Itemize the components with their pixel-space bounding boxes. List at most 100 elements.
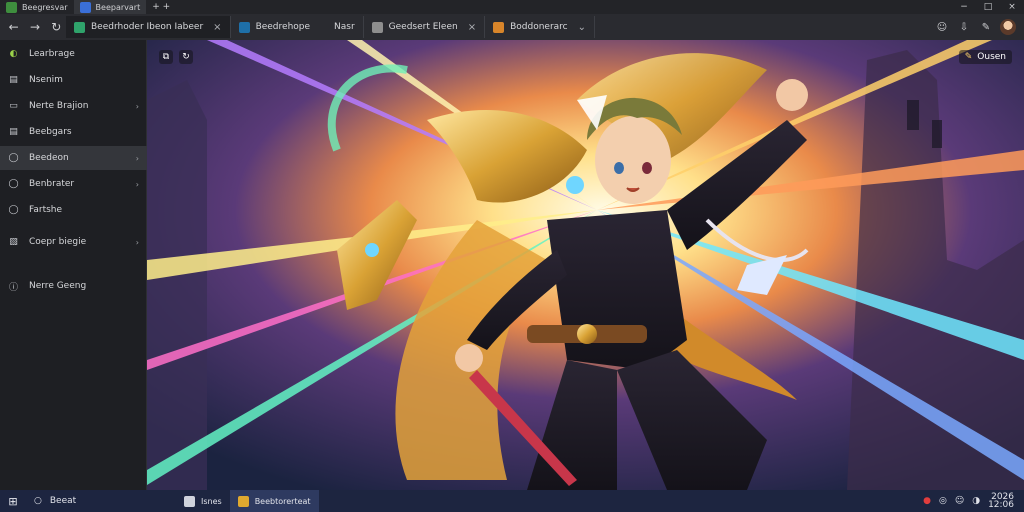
refresh-icon[interactable]: ↻	[179, 50, 193, 64]
lower-hand	[455, 344, 483, 372]
circle-icon: ◯	[8, 153, 19, 163]
app-tab-0[interactable]: Beegresvar	[0, 0, 74, 14]
info-icon: ⓘ	[8, 282, 18, 293]
chevron-right-icon: ›	[135, 179, 139, 189]
tab-close-icon[interactable]: ×	[213, 22, 221, 33]
reload-icon[interactable]: ↻	[47, 17, 66, 37]
sidebar-item-3[interactable]: ▤ Beebgars	[0, 120, 147, 144]
right-eye	[642, 162, 652, 174]
minimize-icon[interactable]: −	[952, 0, 976, 14]
torso	[547, 210, 687, 370]
tab-2[interactable]: Geedsert Eleen ×	[364, 16, 486, 38]
tab-label: Geedsert Eleen	[388, 22, 458, 32]
search-icon: ○	[34, 496, 42, 506]
app-tab-favicon	[79, 1, 91, 13]
back-icon[interactable]: ←	[4, 17, 23, 37]
sidebar-item-6[interactable]: ◯ Fartshe	[0, 198, 147, 222]
sidebar-item-label: Fartshe	[29, 205, 63, 215]
tab-close-icon[interactable]: ×	[468, 22, 476, 33]
volume-icon[interactable]: ◑	[972, 496, 980, 506]
artwork-action-button[interactable]: ✎ Ousen	[958, 50, 1012, 64]
tab-favicon	[74, 21, 85, 33]
taskbar-app-0[interactable]: Isnes	[176, 490, 230, 512]
person-icon: ◯	[8, 179, 19, 189]
tab-favicon	[238, 21, 250, 33]
tab-strip: Beedrhoder Ibeon Iabeer × Beedrehope Nas…	[66, 14, 596, 40]
belt-buckle	[577, 324, 597, 344]
sidebar-item-0[interactable]: ◐ Learbrage	[0, 42, 147, 66]
tab-0[interactable]: Beedrhoder Ibeon Iabeer ×	[66, 16, 231, 38]
network-icon[interactable]: ◎	[939, 496, 947, 506]
user-icon[interactable]: ☺	[955, 496, 964, 506]
gauntlet-gem	[365, 243, 379, 257]
app-tab-label: Beeparvart	[95, 2, 141, 12]
game-artwork[interactable]: ⧉ ↻ ✎ Ousen	[147, 40, 1024, 490]
extension-icon[interactable]: ☺	[934, 19, 950, 35]
tab-label: Boddonerarc	[510, 22, 568, 32]
artwork-tools: ⧉ ↻	[159, 50, 193, 64]
clock[interactable]: 2026 12:06	[988, 493, 1014, 510]
sidebar-item-1[interactable]: ▤ Nsenim	[0, 68, 147, 92]
search-label: Beeat	[49, 496, 77, 506]
app-tab-label: Beegresvar	[22, 2, 68, 12]
download-icon[interactable]: ⇩	[956, 19, 972, 35]
copy-icon[interactable]: ⧉	[159, 50, 173, 64]
sidebar-item-4[interactable]: ◯ Beedeon ›	[0, 146, 147, 170]
home-icon: ▤	[9, 75, 18, 85]
artwork-action-label: Ousen	[977, 52, 1006, 62]
start-icon[interactable]: ⊞	[0, 490, 26, 512]
taskbar-search[interactable]: ○ Beeat	[26, 490, 176, 512]
raised-fist	[776, 79, 808, 111]
sidebar-item-label: Nsenim	[29, 75, 63, 85]
sidebar-item-label: Nerre Geeng	[29, 281, 87, 291]
forward-icon[interactable]: →	[25, 17, 44, 37]
close-icon[interactable]: ×	[1000, 0, 1024, 14]
taskbar-app-label: Isnes	[201, 496, 222, 506]
sidebar-item-2[interactable]: ▭ Nerte Brajion ›	[0, 94, 147, 118]
taskbar: ⊞ ○ Beeat Isnes Beebtorerteat ● ◎ ☺ ◑ 20…	[0, 490, 1024, 512]
chevron-right-icon: ›	[135, 237, 139, 247]
sidebar-item-label: Benbrater	[29, 179, 75, 189]
taskbar-app-1[interactable]: Beebtorerteat	[229, 490, 319, 512]
clock-icon: ◯	[8, 205, 19, 215]
avatar[interactable]	[1000, 19, 1016, 35]
sidebar-item-label: Learbrage	[29, 49, 75, 59]
tab-3[interactable]: Boddonerarc ⌄	[485, 16, 596, 38]
taskbar-app-label: Beebtorerteat	[254, 496, 311, 506]
sidebar-item-5[interactable]: ◯ Benbrater ›	[0, 172, 147, 196]
chevron-right-icon: ›	[135, 153, 139, 163]
clock-line-2: 12:06	[988, 500, 1014, 510]
tab-1[interactable]: Beedrehope Nasr	[231, 16, 364, 38]
new-tab-button[interactable]: + +	[146, 2, 176, 12]
app-tab-favicon	[6, 1, 17, 13]
pencil-icon: ✎	[964, 52, 973, 62]
tab-extra-label: Nasr	[334, 22, 355, 32]
image-icon: ▧	[9, 237, 18, 247]
window-titlebar: Beegresvar Beeparvart + + − □ ×	[0, 0, 1024, 14]
nav-buttons: ← → ↻	[0, 17, 66, 37]
sidebar-item-label: Coepr biegie	[29, 237, 87, 247]
sidebar-item-label: Beebgars	[29, 127, 72, 137]
sidebar-item-7[interactable]: ▧ Coepr biegie ›	[0, 230, 147, 254]
tab-label: Beedrehope	[255, 22, 311, 32]
mouth	[626, 187, 640, 192]
shoulder-gem	[566, 176, 584, 194]
edit-icon[interactable]: ✎	[978, 19, 994, 35]
sidebar-item-8[interactable]: ⓘ Nerre Geeng	[0, 274, 147, 298]
left-tower	[147, 80, 207, 490]
sidebar: ◐ Learbrage ▤ Nsenim ▭ Nerte Brajion › ▤…	[0, 40, 147, 490]
tab-favicon	[371, 21, 383, 33]
window-controls: − □ ×	[952, 0, 1024, 14]
app-tab-1[interactable]: Beeparvart	[73, 0, 147, 14]
recording-icon[interactable]: ●	[923, 496, 931, 506]
left-eye	[614, 162, 624, 174]
maximize-icon[interactable]: □	[976, 0, 1000, 14]
tab-dropdown-icon[interactable]: ⌄	[578, 22, 586, 33]
system-tray: ● ◎ ☺ ◑ 2026 12:06	[923, 493, 1024, 510]
folder-icon: ▭	[9, 101, 18, 111]
toolbar-right: ☺ ⇩ ✎	[934, 19, 1024, 35]
tab-label: Beedrhoder Ibeon Iabeer	[91, 22, 204, 32]
app-icon	[184, 495, 195, 507]
sidebar-item-label: Beedeon	[29, 153, 69, 163]
tab-favicon	[493, 21, 505, 33]
